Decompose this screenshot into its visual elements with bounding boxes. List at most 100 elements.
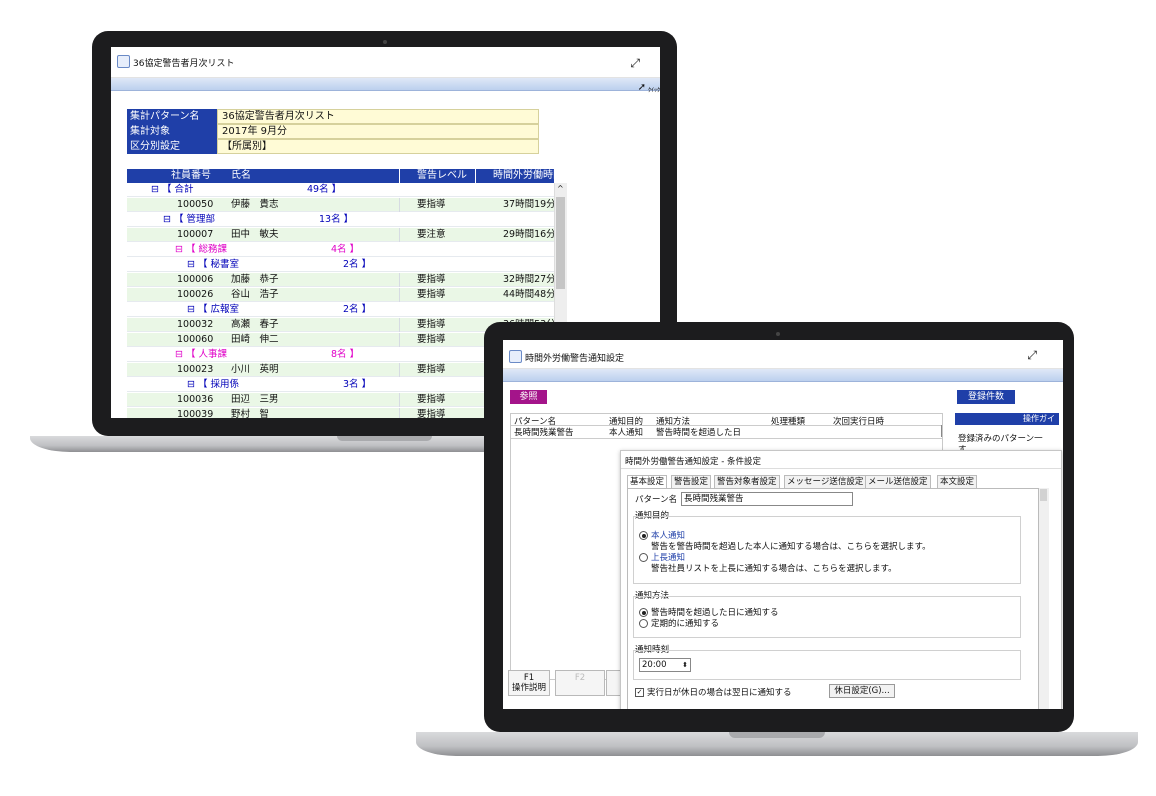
tab-body[interactable]: 本文設定 <box>937 475 978 489</box>
group-label[interactable]: ⊟ 【 人事課 <box>175 348 227 362</box>
group-label[interactable]: ⊟ 【 広報室 <box>187 303 239 317</box>
time-section <box>633 650 1021 680</box>
window2-toolbar <box>503 369 1063 382</box>
header-warning-level: 警告レベル <box>417 170 467 181</box>
cell-divider <box>399 363 400 377</box>
group-row[interactable]: ⊟ 【 広報室 2名 】 <box>127 303 554 317</box>
time-input[interactable]: 20:00 ⬍ <box>639 658 691 672</box>
dialog-scroll-thumb[interactable] <box>1040 489 1047 501</box>
laptop-front-camera <box>776 332 780 336</box>
dialog-title: 時間外労働警告通知設定 - 条件設定 <box>625 457 761 467</box>
table-row[interactable]: 100007 田中 敏夫 要注意 29時間16分 <box>127 228 556 242</box>
cell-name: 加藤 恭子 <box>231 274 279 285</box>
cell-id: 100007 <box>177 229 214 240</box>
list-right-edge <box>941 425 943 437</box>
quick-icon[interactable]: ➚ <box>638 82 646 93</box>
cell-name: 田辺 三男 <box>231 394 279 405</box>
method-periodic-label: 定期的に通知する <box>651 619 720 629</box>
cell-divider <box>399 288 400 302</box>
group-count: 2名 】 <box>343 259 372 270</box>
table-row[interactable]: 長時間残業警告 本人通知 警告時間を超過した日 <box>511 425 942 439</box>
method-periodic-radio[interactable]: 定期的に通知する <box>639 617 719 629</box>
f1-key-caption: 操作説明 <box>511 683 546 693</box>
info-value-target: 2017年 9月分 <box>217 124 539 139</box>
registered-count-button[interactable]: 登録件数 <box>957 390 1015 404</box>
laptop-back-camera <box>383 40 387 44</box>
tab-warning[interactable]: 警告設定 <box>671 475 712 489</box>
group-row[interactable]: ⊟ 【 秘書室 2名 】 <box>127 258 554 272</box>
info-label-target: 集計対象 <box>127 124 217 139</box>
table-row[interactable]: 100006 加藤 恭子 要指導 32時間27分 <box>127 273 556 287</box>
info-label-pattern: 集計パターン名 <box>127 109 217 124</box>
group-label[interactable]: ⊟ 【 合計 <box>151 183 194 197</box>
spinner-icon[interactable]: ⬍ <box>682 659 688 671</box>
cell-hours: 29時間16分 <box>503 229 556 240</box>
cell-divider <box>399 393 400 407</box>
holiday-check-label: 実行日が休日の場合は翌日に通知する <box>647 688 792 698</box>
cell-name: 伊藤 貴志 <box>231 199 279 210</box>
header-employee-id: 社員番号 <box>171 170 211 181</box>
cell-id: 100006 <box>177 274 214 285</box>
row-pattern-name: 長時間残業警告 <box>514 428 574 438</box>
cell-name: 谷山 浩子 <box>231 289 279 300</box>
laptop-front-notch <box>729 732 825 738</box>
row-method: 警告時間を超過した日 <box>656 428 742 438</box>
maximize-icon-2[interactable]: ⤢ <box>1027 348 1037 363</box>
cell-level: 要指導 <box>417 289 446 300</box>
group-label[interactable]: ⊟ 【 管理部 <box>163 213 215 227</box>
cell-level: 要指導 <box>417 199 446 210</box>
pattern-name-input[interactable]: 長時間残業警告 <box>681 492 853 506</box>
cell-name: 高瀬 春子 <box>231 319 279 330</box>
checkbox-checked-icon: ✓ <box>635 688 644 697</box>
reference-button[interactable]: 参照 <box>510 390 547 404</box>
quick-label[interactable]: ｸｲｯｸ <box>648 85 660 94</box>
app-icon <box>117 55 130 68</box>
group-label[interactable]: ⊟ 【 総務課 <box>175 243 227 257</box>
group-count: 3名 】 <box>343 379 372 390</box>
table-row[interactable]: 100026 谷山 浩子 要指導 44時間48分 <box>127 288 556 302</box>
cell-level: 要指導 <box>417 319 446 330</box>
cell-level: 要指導 <box>417 274 446 285</box>
window1-toolbar <box>111 78 660 91</box>
cell-divider <box>399 273 400 287</box>
header-divider-2 <box>475 169 476 183</box>
purpose-self-desc: 警告を警告時間を超過した本人に通知する場合は、こちらを選択します。 <box>651 542 931 552</box>
cell-level: 要指導 <box>417 364 446 375</box>
maximize-icon[interactable]: ⤢ <box>630 56 640 71</box>
group-label[interactable]: ⊟ 【 採用係 <box>187 378 239 392</box>
f2-key-label: F2 <box>574 673 586 683</box>
window1-titlebar: 36協定警告者月次リスト ⤢ <box>111 47 660 78</box>
info-value-division: 【所属別】 <box>217 139 539 154</box>
holiday-settings-button[interactable]: 休日設定(G)... <box>829 684 895 698</box>
f2-button[interactable]: F2 <box>555 670 605 696</box>
tab-basic[interactable]: 基本設定 <box>627 475 668 489</box>
radio-empty-icon <box>639 619 648 628</box>
f1-help-button[interactable]: F1 操作説明 <box>508 670 550 696</box>
window-notify-settings: 時間外労働警告通知設定 ⤢ 参照 登録件数 操作ガイ 登録済みのパターン一 す … <box>503 340 1063 709</box>
cell-id: 100032 <box>177 319 214 330</box>
cell-hours: 44時間48分 <box>503 289 556 300</box>
cell-id: 100039 <box>177 409 214 418</box>
holiday-checkbox[interactable]: ✓ 実行日が休日の場合は翌日に通知する <box>635 686 792 698</box>
group-count: 8名 】 <box>331 349 360 360</box>
scroll-thumb[interactable] <box>556 197 565 289</box>
cell-divider <box>399 198 400 212</box>
group-row[interactable]: ⊟ 【 総務課 4名 】 <box>127 243 554 257</box>
table-row[interactable]: 100050 伊藤 貴志 要指導 37時間19分 <box>127 198 556 212</box>
group-label[interactable]: ⊟ 【 秘書室 <box>187 258 239 272</box>
scroll-up-icon[interactable]: ^ <box>557 184 564 193</box>
cell-id: 100060 <box>177 334 214 345</box>
dialog-scrollbar[interactable] <box>1039 488 1049 709</box>
header-overtime: 時間外労働時間 <box>493 170 563 181</box>
tab-mail[interactable]: メール送信設定 <box>865 475 931 489</box>
tab-message[interactable]: メッセージ送信設定 <box>784 475 867 489</box>
cell-level: 要指導 <box>417 334 446 345</box>
app-icon-2 <box>509 350 522 363</box>
guide-text: 登録済みのパターン一 <box>958 434 1043 444</box>
group-row[interactable]: ⊟ 【 管理部 13名 】 <box>127 213 554 227</box>
tab-target[interactable]: 警告対象者設定 <box>714 475 780 489</box>
cell-id: 100050 <box>177 199 214 210</box>
cell-name: 小川 英明 <box>231 364 279 375</box>
group-row[interactable]: ⊟ 【 合計 49名 】 <box>127 183 554 197</box>
cell-name: 田崎 伸二 <box>231 334 279 345</box>
